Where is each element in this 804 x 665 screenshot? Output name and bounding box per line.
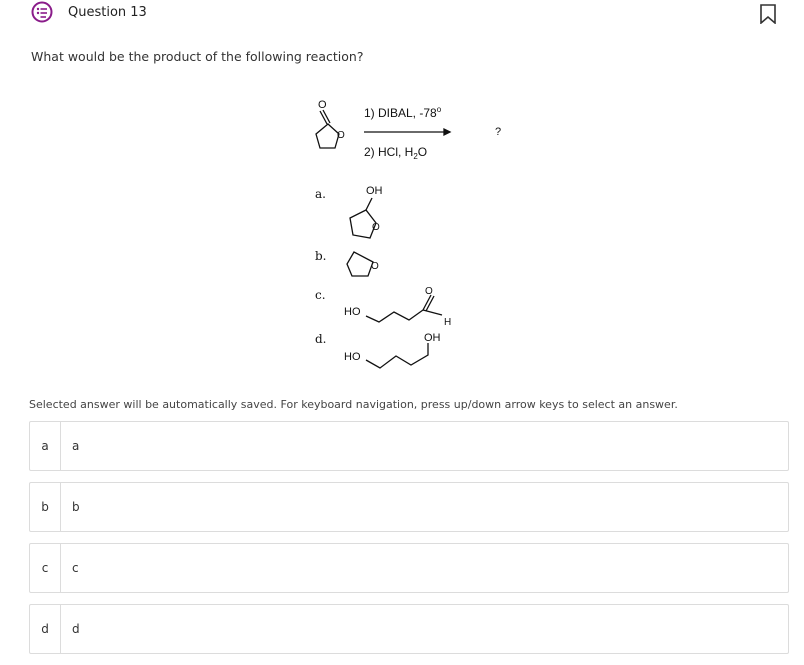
keyboard-hint: Selected answer will be automatically sa… — [29, 398, 678, 411]
svg-text:O: O — [318, 99, 327, 111]
choice-label-c: c. — [315, 288, 326, 302]
answer-option-c[interactable]: c c — [29, 543, 789, 593]
choice-label-b: b. — [315, 249, 327, 263]
svg-text:HO: HO — [344, 306, 361, 318]
answer-text: b — [72, 500, 80, 514]
answer-text: a — [72, 439, 80, 453]
answer-letter: a — [30, 422, 61, 470]
structure-a: OH O — [349, 185, 383, 239]
svg-text:O: O — [425, 286, 433, 297]
reagent-step-1: 1) DIBAL, -78o — [364, 105, 442, 120]
answer-letter: d — [30, 605, 61, 653]
svg-text:OH: OH — [366, 185, 383, 197]
svg-text:OH: OH — [424, 332, 441, 344]
multiple-choice-icon — [31, 1, 53, 23]
lactone-structure: O — [315, 99, 340, 149]
structure-c: HO O H — [344, 286, 451, 328]
structure-b — [346, 251, 374, 277]
answer-option-a[interactable]: a a — [29, 421, 789, 471]
product-placeholder: ? — [495, 126, 501, 138]
svg-text:O: O — [372, 222, 380, 233]
answer-text: c — [72, 561, 79, 575]
question-prompt: What would be the product of the followi… — [31, 49, 364, 64]
question-title: Question 13 — [68, 5, 147, 20]
question-header: Question 13 — [0, 0, 804, 28]
reaction-scheme: O O 1) DIBAL, -78o 2) HCl, H2O ? a. b. c… — [315, 99, 501, 369]
answer-letter: c — [30, 544, 61, 592]
answer-text: d — [72, 622, 80, 636]
reagent-step-2: 2) HCl, H2O — [364, 145, 427, 161]
svg-text:HO: HO — [344, 351, 361, 363]
structure-d: HO OH — [344, 332, 441, 369]
structure-b-o: O — [371, 261, 379, 272]
svg-text:H: H — [444, 317, 451, 328]
answer-option-d[interactable]: d d — [29, 604, 789, 654]
choice-label-d: d. — [315, 332, 327, 346]
reaction-figure: O O 1) DIBAL, -78o 2) HCl, H2O ? a. b. c… — [298, 92, 528, 382]
choice-label-a: a. — [315, 187, 326, 201]
answer-letter: b — [30, 483, 61, 531]
answer-list: a a b b c c d d — [29, 421, 789, 665]
lactone-ring-o: O — [337, 130, 345, 141]
answer-option-b[interactable]: b b — [29, 482, 789, 532]
flag-bookmark-icon[interactable] — [759, 4, 777, 24]
